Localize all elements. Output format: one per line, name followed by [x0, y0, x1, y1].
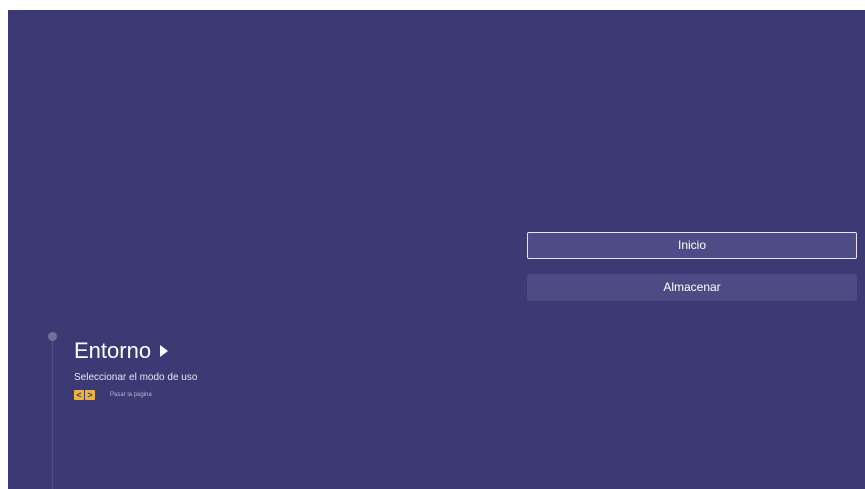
left-key-icon: <	[74, 390, 84, 400]
right-key-icon: >	[85, 390, 95, 400]
play-arrow-icon	[160, 345, 169, 357]
page-hint: < > Pasar la página	[74, 390, 152, 400]
setup-screen: Entorno Seleccionar el modo de uso < > P…	[8, 10, 865, 489]
option-inicio-button[interactable]: Inicio	[527, 232, 857, 259]
step-subtitle: Seleccionar el modo de uso	[74, 372, 198, 383]
step-title-text: Entorno	[74, 338, 152, 363]
progress-dot	[48, 332, 57, 341]
step-title: Entorno	[74, 338, 169, 364]
progress-line	[52, 340, 53, 489]
page-hint-text: Pasar la página	[110, 392, 152, 398]
option-almacenar-button[interactable]: Almacenar	[527, 274, 857, 301]
